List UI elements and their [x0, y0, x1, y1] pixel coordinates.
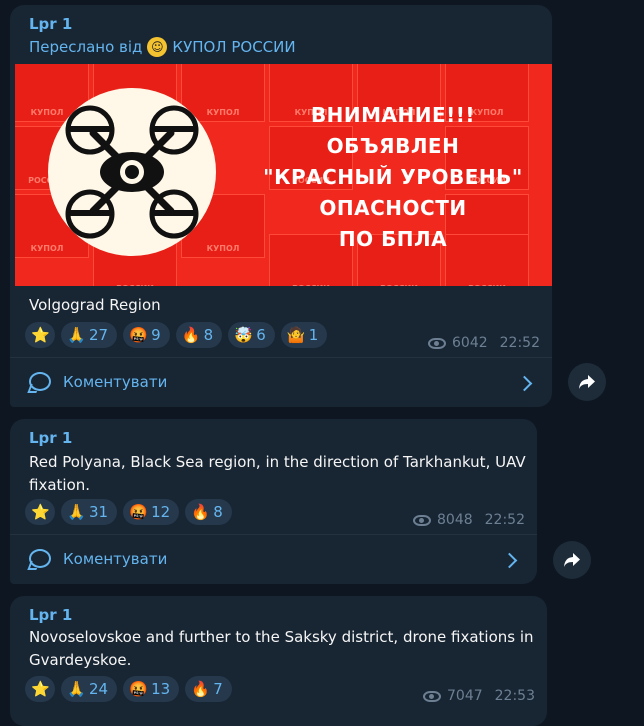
reaction-count: 31 — [89, 503, 109, 521]
shrug-icon: 🤷 — [286, 326, 306, 344]
reaction-angry[interactable]: 🤬 9 — [123, 322, 170, 348]
comment-icon — [29, 549, 51, 568]
divider — [10, 357, 552, 358]
reaction-angry[interactable]: 🤬 12 — [123, 499, 180, 525]
share-arrow-icon — [579, 375, 595, 389]
reaction-count: 13 — [151, 680, 171, 698]
reaction-fire[interactable]: 🔥 7 — [185, 676, 232, 702]
reaction-exploding-head[interactable]: 🤯 6 — [228, 322, 275, 348]
reaction-fire[interactable]: 🔥 8 — [175, 322, 223, 348]
chevron-right-icon[interactable] — [501, 552, 518, 569]
message-bubble: Lpr 1 Novoselovskoe and further to the S… — [10, 596, 547, 726]
fire-icon: 🔥 — [181, 326, 201, 344]
reaction-count: 12 — [151, 503, 171, 521]
forwarded-source: КУПОЛ РОССИИ — [172, 38, 296, 56]
reaction-star[interactable]: ⭐ — [25, 676, 55, 702]
comment-label: Коментувати — [63, 549, 168, 568]
sender-name[interactable]: Lpr 1 — [29, 15, 72, 33]
reactions-row: ⭐ 🙏 27 🤬 9 🔥 8 🤯 6 🤷 1 — [25, 322, 328, 348]
reaction-count: 27 — [89, 326, 109, 344]
reaction-pray[interactable]: 🙏 27 — [61, 322, 118, 348]
reaction-star[interactable]: ⭐ — [25, 499, 55, 525]
star-icon: ⭐ — [31, 326, 50, 344]
share-arrow-icon — [564, 553, 580, 567]
pray-icon: 🙏 — [67, 680, 86, 698]
forwarded-header[interactable]: Переслано від ☺ КУПОЛ РОССИИ — [29, 37, 296, 57]
reactions-row: ⭐ 🙏 31 🤬 12 🔥 8 — [25, 499, 232, 525]
reactions-row: ⭐ 🙏 24 🤬 13 🔥 7 — [25, 676, 232, 702]
comment-label: Коментувати — [63, 372, 168, 391]
comment-button[interactable]: Коментувати — [29, 549, 167, 568]
message-text: Red Polyana, Black Sea region, in the di… — [29, 453, 526, 494]
view-count: 8048 — [437, 512, 473, 528]
reaction-fire[interactable]: 🔥 8 — [185, 499, 232, 525]
comment-button[interactable]: Коментувати — [29, 372, 167, 391]
sender-name[interactable]: Lpr 1 — [29, 606, 72, 624]
pray-icon: 🙏 — [67, 326, 86, 344]
reaction-count: 6 — [256, 326, 266, 344]
message-text: Volgograd Region — [29, 296, 161, 314]
angry-face-icon: 🤬 — [129, 680, 148, 698]
reaction-pray[interactable]: 🙏 31 — [61, 499, 118, 525]
star-icon: ⭐ — [31, 680, 50, 698]
eye-icon — [423, 690, 441, 702]
message-meta: 8048 22:52 — [413, 512, 525, 528]
reaction-count: 7 — [213, 680, 223, 698]
star-icon: ⭐ — [31, 503, 50, 521]
pray-icon: 🙏 — [67, 503, 86, 521]
angry-face-icon: 🤬 — [129, 503, 148, 521]
comment-icon — [29, 372, 51, 391]
message-bubble: Lpr 1 Red Polyana, Black Sea region, in … — [10, 419, 537, 584]
reaction-count: 8 — [213, 503, 223, 521]
reaction-count: 1 — [308, 326, 319, 344]
share-button[interactable] — [553, 541, 591, 579]
view-count: 6042 — [452, 335, 488, 351]
message-time: 22:52 — [484, 512, 525, 528]
reaction-count: 8 — [203, 326, 214, 344]
forwarded-prefix: Переслано від — [29, 38, 143, 56]
reaction-angry[interactable]: 🤬 13 — [123, 676, 180, 702]
message-meta: 6042 22:52 — [428, 335, 540, 351]
eye-icon — [413, 514, 431, 526]
message-meta: 7047 22:53 — [423, 688, 535, 704]
sender-name[interactable]: Lpr 1 — [29, 429, 72, 447]
reaction-star[interactable]: ⭐ — [25, 322, 55, 348]
message-time: 22:53 — [494, 688, 535, 704]
fire-icon: 🔥 — [191, 680, 210, 698]
angry-face-icon: 🤬 — [129, 326, 148, 344]
message-text: Novoselovskoe and further to the Saksky … — [29, 628, 534, 669]
fire-icon: 🔥 — [191, 503, 210, 521]
reaction-count: 24 — [89, 680, 109, 698]
divider — [10, 534, 537, 535]
message-bubble: Lpr 1 Переслано від ☺ КУПОЛ РОССИИ КУПОЛ… — [10, 5, 552, 407]
reaction-shrug[interactable]: 🤷 1 — [280, 322, 328, 348]
view-count: 7047 — [447, 688, 483, 704]
eye-icon — [428, 337, 446, 349]
chevron-right-icon[interactable] — [516, 375, 533, 392]
banner-alert-text: ВНИМАНИЕ!!! ОБЪЯВЛЕН "КРАСНЫЙ УРОВЕНЬ" О… — [263, 103, 523, 251]
channel-avatar-icon: ☺ — [147, 37, 168, 57]
share-button[interactable] — [568, 363, 606, 401]
alert-banner-image[interactable]: КУПОЛ КУПОЛ КУПОЛ КУПОЛ КУПОЛ КУПОЛ РОСС… — [15, 64, 552, 286]
reaction-pray[interactable]: 🙏 24 — [61, 676, 118, 702]
exploding-head-icon: 🤯 — [234, 326, 253, 344]
drone-icon — [48, 88, 216, 256]
reaction-count: 9 — [151, 326, 161, 344]
message-time: 22:52 — [499, 335, 540, 351]
